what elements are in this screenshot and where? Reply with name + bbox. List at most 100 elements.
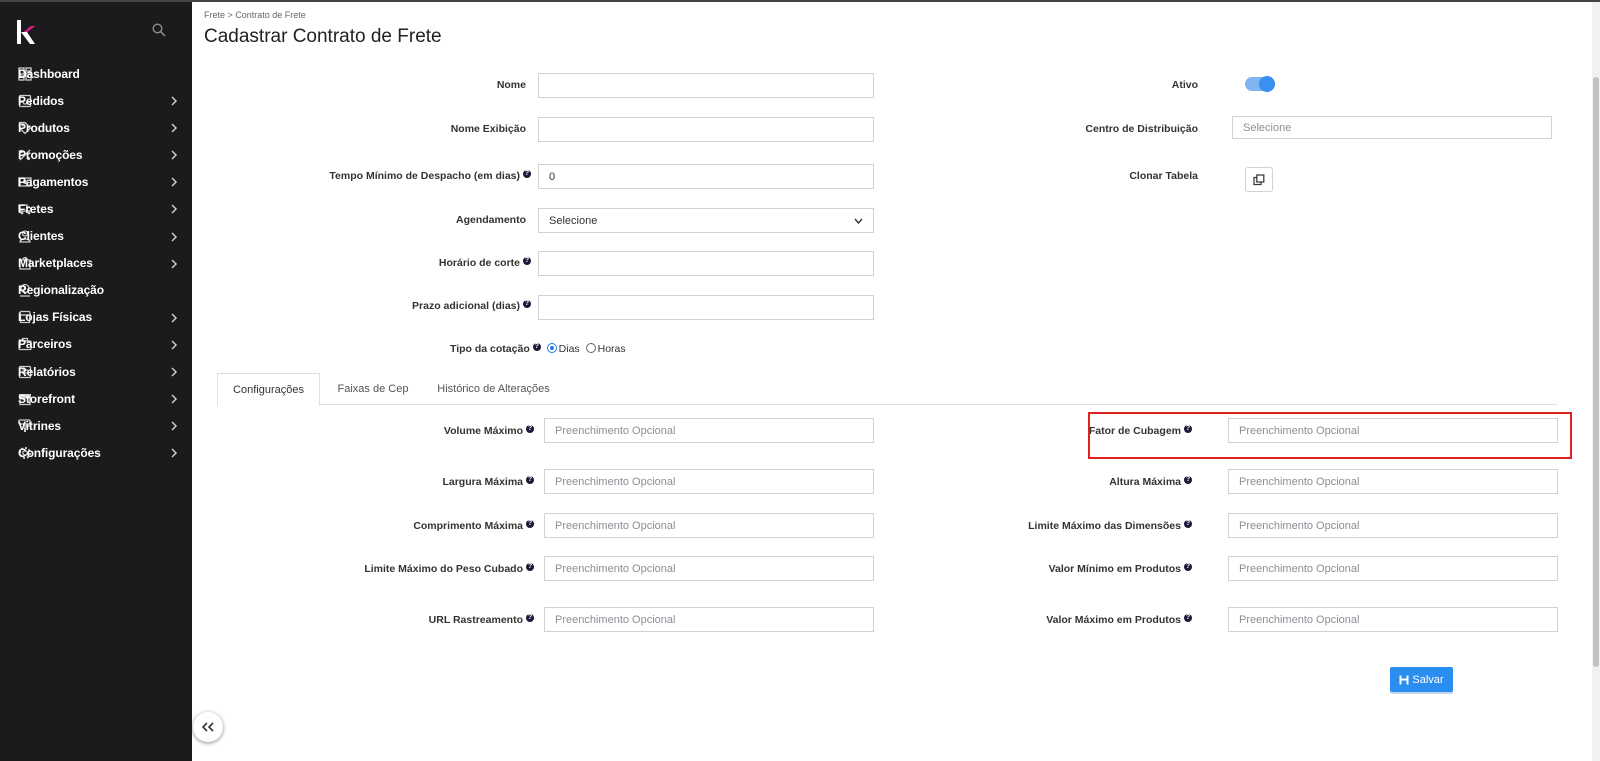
sidebar-item-marketplaces[interactable]: Marketplaces: [0, 250, 192, 277]
sidebar-item-pagamentos[interactable]: Pagamentos: [0, 168, 192, 195]
tab-configuracoes[interactable]: Configurações: [217, 373, 320, 406]
scrollbar-thumb[interactable]: [1593, 77, 1599, 667]
search-icon[interactable]: [152, 23, 166, 37]
help-icon[interactable]: ?: [526, 520, 534, 528]
sidebar-item-label: Relatórios: [18, 364, 76, 379]
save-icon: [1399, 675, 1409, 684]
help-icon[interactable]: ?: [523, 300, 531, 308]
url-rastreamento-input[interactable]: Preenchimento Opcional: [544, 607, 874, 632]
sidebar-item-label: Produtos: [18, 120, 70, 135]
nome-input[interactable]: [538, 73, 874, 98]
chevron-right-icon: [171, 150, 178, 160]
sidebar-item-parceiros[interactable]: Parceiros: [0, 331, 192, 358]
limite-maximo-do-peso-cubado-input[interactable]: Preenchimento Opcional: [544, 556, 874, 581]
radio-horas[interactable]: [585, 343, 596, 353]
volume-maximo-label: Volume Máximo?: [443, 425, 534, 437]
chevron-right-icon: [171, 123, 178, 133]
tab-bar: Configurações Faixas de Cep Histórico de…: [217, 373, 1557, 406]
valor-minimo-em-produtos-input[interactable]: Preenchimento Opcional: [1228, 556, 1558, 581]
chevron-right-icon: [171, 177, 178, 187]
volume-maximo-input[interactable]: Preenchimento Opcional: [544, 418, 874, 443]
ativo-toggle[interactable]: [1245, 76, 1275, 92]
help-icon[interactable]: ?: [526, 614, 534, 622]
nome-exibicao-input[interactable]: [538, 117, 874, 142]
save-label: Salvar: [1412, 673, 1444, 686]
valor-maximo-em-produtos-input[interactable]: Preenchimento Opcional: [1228, 607, 1558, 632]
centro-distribuicao-label: Centro de Distribuição: [1085, 123, 1198, 135]
sidebar-item-fretes[interactable]: Fretes: [0, 195, 192, 222]
chevron-right-icon: [171, 448, 178, 458]
clonar-tabela-button[interactable]: [1245, 167, 1273, 192]
sidebar-item-storefront[interactable]: Storefront: [0, 385, 192, 412]
help-icon[interactable]: ?: [1184, 614, 1192, 622]
sidebar-item-relatorios[interactable]: Relatórios: [0, 358, 192, 385]
main-content: Frete > Contrato de Frete Cadastrar Cont…: [192, 2, 1592, 761]
limite-maximo-das-dimensoes-label: Limite Máximo das Dimensões?: [1028, 520, 1192, 532]
tipo-cotacao-label: Tipo da cotação: [450, 343, 530, 355]
chevron-right-icon: [171, 204, 178, 214]
largura-maxima-label: Largura Máxima?: [442, 476, 534, 488]
help-icon[interactable]: ?: [523, 257, 531, 265]
sidebar-nav: Dashboard Pedidos Produtos Promoções Pagamen…: [0, 60, 192, 466]
chevron-right-icon: [171, 421, 178, 431]
prazo-adicional-input[interactable]: [538, 295, 874, 320]
comprimento-maxima-input[interactable]: Preenchimento Opcional: [544, 513, 874, 538]
chevron-right-icon: [171, 96, 178, 106]
save-button[interactable]: Salvar: [1390, 667, 1453, 692]
help-icon[interactable]: ?: [526, 425, 534, 433]
sidebar-item-pedidos[interactable]: Pedidos: [0, 87, 192, 114]
sidebar-item-clientes[interactable]: Clientes: [0, 223, 192, 250]
sidebar-item-lojas-fisicas[interactable]: Lojas Físicas: [0, 304, 192, 331]
breadcrumb[interactable]: Frete > Contrato de Frete: [204, 10, 306, 20]
sidebar-item-configuracoes[interactable]: Configurações: [0, 439, 192, 466]
limite-maximo-do-peso-cubado-label: Limite Máximo do Peso Cubado?: [364, 563, 534, 575]
url-rastreamento-label: URL Rastreamento?: [428, 614, 534, 626]
help-icon[interactable]: ?: [523, 170, 531, 178]
valor-maximo-em-produtos-label: Valor Máximo em Produtos?: [1046, 614, 1192, 626]
sidebar-item-label: Vitrines: [18, 418, 61, 433]
sidebar-item-dashboard[interactable]: Dashboard: [0, 60, 192, 87]
tab-faixas-de-cep[interactable]: Faixas de Cep: [329, 373, 417, 405]
altura-maxima-label: Altura Máxima?: [1109, 476, 1192, 488]
highlight-box: [1088, 412, 1572, 459]
sidebar-item-produtos[interactable]: Produtos: [0, 114, 192, 141]
nome-exibicao-label: Nome Exibição: [450, 123, 526, 135]
tipo-cotacao-group: Tipo da cotação? Dias Horas: [450, 343, 626, 355]
chevron-right-icon: [171, 259, 178, 269]
altura-maxima-input[interactable]: Preenchimento Opcional: [1228, 469, 1558, 494]
radio-dias[interactable]: [546, 343, 557, 353]
help-icon[interactable]: ?: [526, 563, 534, 571]
help-icon[interactable]: ?: [532, 343, 541, 351]
radio-horas-label[interactable]: Horas: [598, 343, 626, 355]
sidebar-item-label: Configurações: [18, 445, 101, 460]
chevron-down-icon: [854, 218, 863, 224]
sidebar-item-vitrines[interactable]: Vitrines: [0, 412, 192, 439]
sidebar-item-label: Storefront: [18, 391, 75, 406]
help-icon[interactable]: ?: [526, 476, 534, 484]
help-icon[interactable]: ?: [1184, 476, 1192, 484]
comprimento-maxima-label: Comprimento Máxima?: [413, 520, 534, 532]
centro-distribuicao-select[interactable]: Selecione: [1232, 116, 1552, 139]
sidebar-item-regionalizacao[interactable]: Regionalização: [0, 277, 192, 304]
clonar-tabela-label: Clonar Tabela: [1129, 170, 1198, 182]
largura-maxima-input[interactable]: Preenchimento Opcional: [544, 469, 874, 494]
agendamento-select[interactable]: Selecione: [538, 208, 874, 233]
agendamento-label: Agendamento: [455, 214, 526, 226]
prazo-adicional-label: Prazo adicional (dias)?: [412, 300, 531, 312]
help-icon[interactable]: ?: [1184, 563, 1192, 571]
radio-dias-label[interactable]: Dias: [559, 343, 580, 355]
horario-corte-input[interactable]: [538, 251, 874, 276]
ativo-label: Ativo: [1171, 79, 1198, 91]
sidebar-item-label: Promoções: [18, 147, 83, 162]
sidebar-item-label: Pagamentos: [18, 174, 89, 189]
copy-icon: [1253, 173, 1265, 185]
chevron-right-icon: [171, 394, 178, 404]
sidebar-item-promocoes[interactable]: Promoções: [0, 141, 192, 168]
help-icon[interactable]: ?: [1184, 520, 1192, 528]
sidebar-item-label: Lojas Físicas: [18, 310, 93, 325]
limite-maximo-das-dimensoes-input[interactable]: Preenchimento Opcional: [1228, 513, 1558, 538]
tab-historico[interactable]: Histórico de Alterações: [427, 373, 560, 405]
chevron-right-icon: [171, 367, 178, 377]
tempo-minimo-input[interactable]: 0: [538, 164, 874, 189]
scrollbar[interactable]: [1592, 2, 1600, 761]
